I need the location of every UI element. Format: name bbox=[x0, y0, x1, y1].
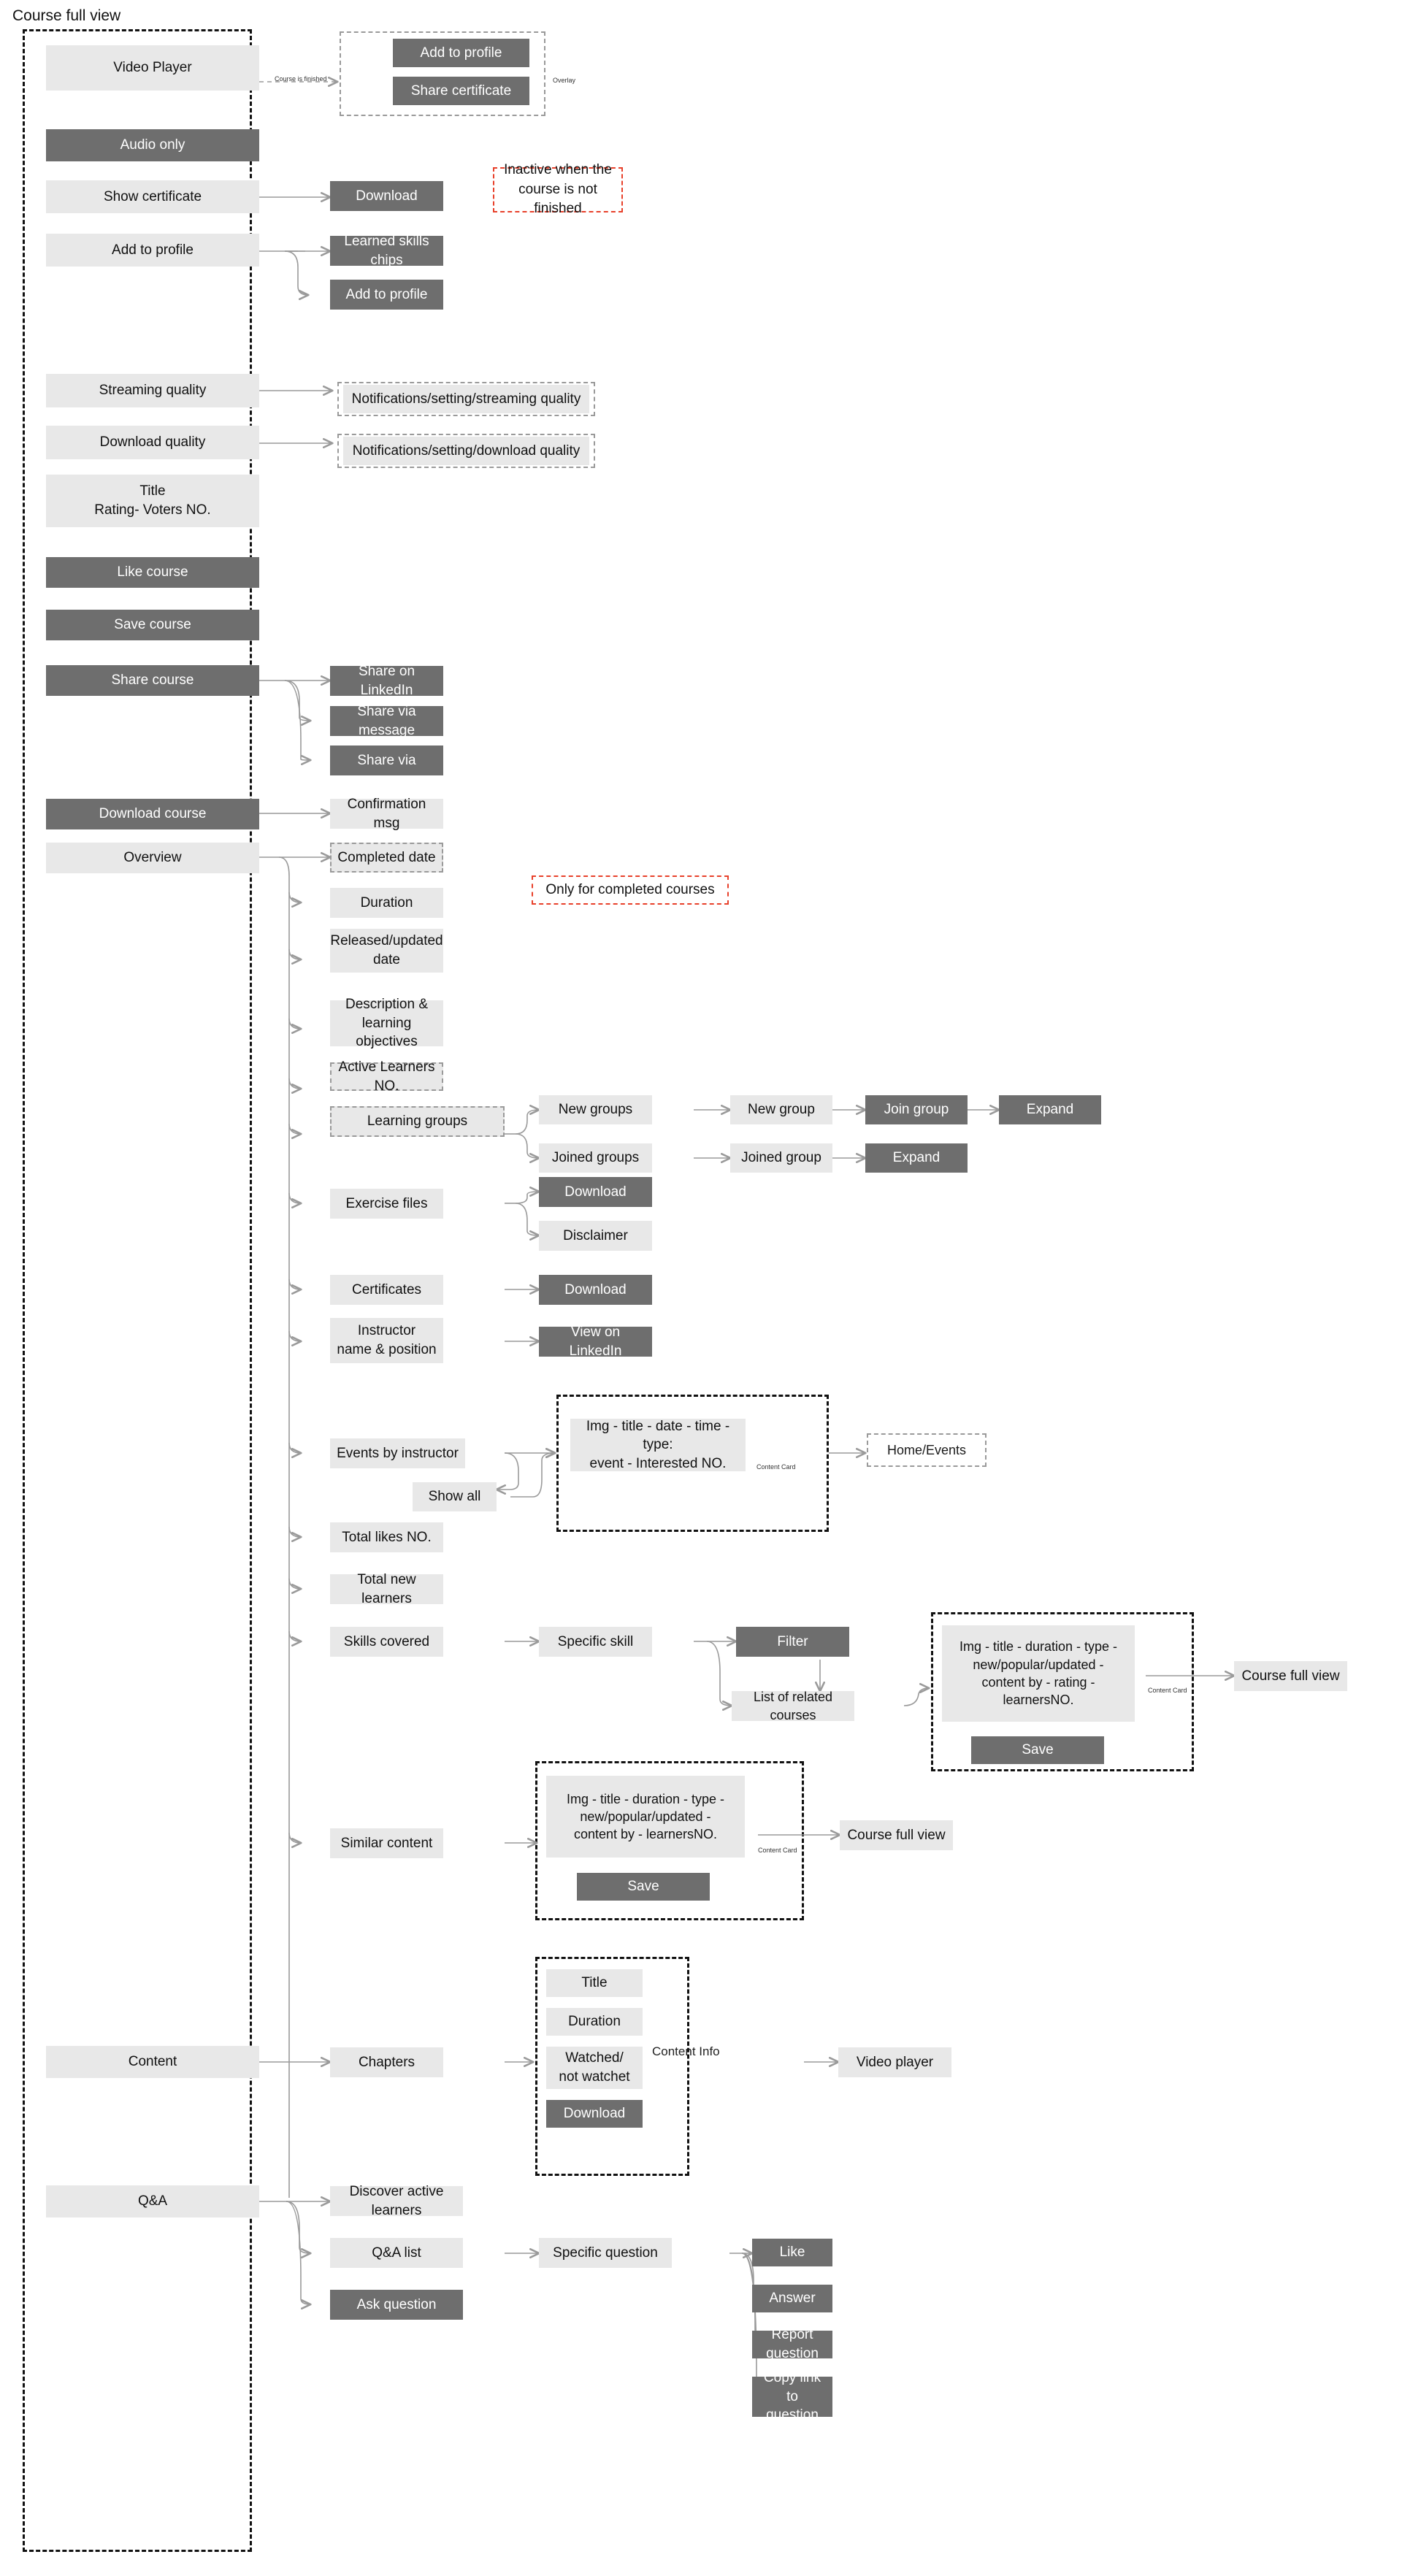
node-discover-active-learners[interactable]: Discover active learners bbox=[330, 2184, 463, 2218]
node-show-certificate[interactable]: Show certificate bbox=[46, 180, 259, 213]
node-report-question[interactable]: Report question bbox=[752, 2327, 832, 2361]
node-instructor-name-position: Instructor name & position bbox=[330, 1318, 443, 1363]
node-save-big-card[interactable]: Save bbox=[971, 1736, 1104, 1764]
node-show-all[interactable]: Show all bbox=[413, 1482, 497, 1511]
node-save-course[interactable]: Save course bbox=[46, 610, 259, 640]
node-event-card[interactable]: Img - title - date - time - type: event … bbox=[570, 1419, 746, 1471]
node-overview[interactable]: Overview bbox=[46, 843, 259, 873]
node-join-group[interactable]: Join group bbox=[865, 1095, 968, 1124]
node-ask-question[interactable]: Ask question bbox=[330, 2290, 463, 2320]
node-like-course[interactable]: Like course bbox=[46, 557, 259, 588]
node-total-likes-no: Total likes NO. bbox=[330, 1522, 443, 1552]
node-exercise-files[interactable]: Exercise files bbox=[330, 1189, 443, 1219]
content-info-label: Content Info bbox=[652, 2044, 720, 2058]
course-full-view-frame bbox=[23, 29, 252, 2552]
node-filter[interactable]: Filter bbox=[736, 1627, 849, 1657]
node-like-question[interactable]: Like bbox=[752, 2239, 832, 2266]
node-download-quality[interactable]: Download quality bbox=[46, 426, 259, 459]
node-expand-joined[interactable]: Expand bbox=[865, 1143, 968, 1173]
content-card-label-big: Content Card bbox=[1148, 1687, 1187, 1694]
node-chapter-title: Title bbox=[546, 1969, 643, 1997]
content-card-label-event: Content Card bbox=[756, 1463, 796, 1471]
node-chapter-download[interactable]: Download bbox=[546, 2100, 643, 2128]
node-qa[interactable]: Q&A bbox=[46, 2185, 259, 2217]
node-video-player-right[interactable]: Video player bbox=[838, 2047, 951, 2077]
node-add-to-profile[interactable]: Add to profile bbox=[46, 234, 259, 267]
node-audio-only[interactable]: Audio only bbox=[46, 129, 259, 161]
node-copy-link-to-question[interactable]: Copy link to question bbox=[752, 2370, 832, 2423]
node-completed-date: Completed date bbox=[330, 843, 443, 873]
node-share-course[interactable]: Share course bbox=[46, 665, 259, 696]
node-duration: Duration bbox=[330, 888, 443, 918]
node-content[interactable]: Content bbox=[46, 2046, 259, 2078]
node-events-by-instructor[interactable]: Events by instructor bbox=[330, 1438, 465, 1468]
node-active-learners-no: Active Learners NO. bbox=[330, 1059, 443, 1094]
node-home-events[interactable]: Home/Events bbox=[873, 1438, 981, 1463]
node-video-player[interactable]: Video Player bbox=[46, 45, 259, 91]
node-disclaimer: Disclaimer bbox=[539, 1221, 652, 1251]
node-certificates[interactable]: Certificates bbox=[330, 1275, 443, 1305]
content-card-label-similar: Content Card bbox=[758, 1847, 797, 1854]
node-expand-new[interactable]: Expand bbox=[999, 1095, 1101, 1124]
node-joined-group[interactable]: Joined group bbox=[730, 1143, 832, 1173]
node-skills-covered[interactable]: Skills covered bbox=[330, 1627, 443, 1657]
node-streaming-quality[interactable]: Streaming quality bbox=[46, 374, 259, 407]
node-specific-question[interactable]: Specific question bbox=[539, 2238, 672, 2268]
node-add-to-profile-child[interactable]: Add to profile bbox=[330, 280, 443, 310]
node-released-updated-date: Released/updated date bbox=[330, 929, 443, 973]
node-download-certificate[interactable]: Download bbox=[330, 181, 443, 211]
node-learned-skills-chips[interactable]: Learned skills chips bbox=[330, 234, 443, 268]
note-only-for-completed-courses: Only for completed courses bbox=[532, 875, 729, 905]
node-overlay-add-to-profile[interactable]: Add to profile bbox=[393, 39, 529, 67]
overlay-label: Overlay bbox=[553, 77, 576, 84]
node-new-group[interactable]: New group bbox=[730, 1095, 832, 1124]
node-chapter-watched-status: Watched/ not watchet bbox=[546, 2047, 643, 2089]
node-save-small-card[interactable]: Save bbox=[577, 1873, 710, 1901]
node-new-groups[interactable]: New groups bbox=[539, 1095, 652, 1124]
node-download-exercise-files[interactable]: Download bbox=[539, 1177, 652, 1207]
node-specific-skill[interactable]: Specific skill bbox=[539, 1627, 652, 1657]
node-answer-question[interactable]: Answer bbox=[752, 2285, 832, 2312]
node-title-rating: Title Rating- Voters NO. bbox=[46, 475, 259, 527]
node-share-via[interactable]: Share via bbox=[330, 745, 443, 775]
node-list-of-related-courses[interactable]: List of related courses bbox=[732, 1690, 854, 1722]
node-learning-groups[interactable]: Learning groups bbox=[330, 1106, 505, 1137]
node-share-on-linkedin[interactable]: Share on LinkedIn bbox=[330, 664, 443, 698]
node-course-card-small[interactable]: Img - title - duration - type - new/popu… bbox=[546, 1776, 745, 1858]
node-download-certificates[interactable]: Download bbox=[539, 1275, 652, 1305]
page-title: Course full view bbox=[12, 7, 121, 24]
node-view-on-linkedin[interactable]: View on LinkedIn bbox=[539, 1325, 652, 1359]
diagram-canvas: Course full view Video Player Audio only… bbox=[0, 0, 1402, 2576]
node-chapters[interactable]: Chapters bbox=[330, 2047, 443, 2077]
node-overlay-share-certificate[interactable]: Share certificate bbox=[393, 77, 529, 105]
node-similar-content[interactable]: Similar content bbox=[330, 1828, 443, 1858]
node-description-learning-objectives: Description & learning objectives bbox=[330, 997, 443, 1049]
node-notifications-streaming-quality[interactable]: Notifications/setting/streaming quality bbox=[343, 385, 589, 413]
node-chapter-duration: Duration bbox=[546, 2008, 643, 2036]
edge-label-course-is-finished: Course is finished bbox=[275, 75, 327, 83]
node-qa-list[interactable]: Q&A list bbox=[330, 2238, 463, 2268]
node-course-full-view-similar[interactable]: Course full view bbox=[840, 1820, 953, 1850]
note-inactive-when-not-finished: Inactive when the course is not finished bbox=[493, 162, 623, 216]
node-notifications-download-quality[interactable]: Notifications/setting/download quality bbox=[343, 437, 589, 465]
node-confirmation-msg: Confirmation msg bbox=[330, 797, 443, 831]
node-share-via-message[interactable]: Share via message bbox=[330, 704, 443, 738]
node-course-card-big[interactable]: Img - title - duration - type - new/popu… bbox=[942, 1625, 1135, 1722]
node-course-full-view-right[interactable]: Course full view bbox=[1234, 1661, 1347, 1691]
node-download-course[interactable]: Download course bbox=[46, 799, 259, 829]
node-joined-groups[interactable]: Joined groups bbox=[539, 1143, 652, 1173]
node-total-new-learners: Total new learners bbox=[330, 1572, 443, 1606]
